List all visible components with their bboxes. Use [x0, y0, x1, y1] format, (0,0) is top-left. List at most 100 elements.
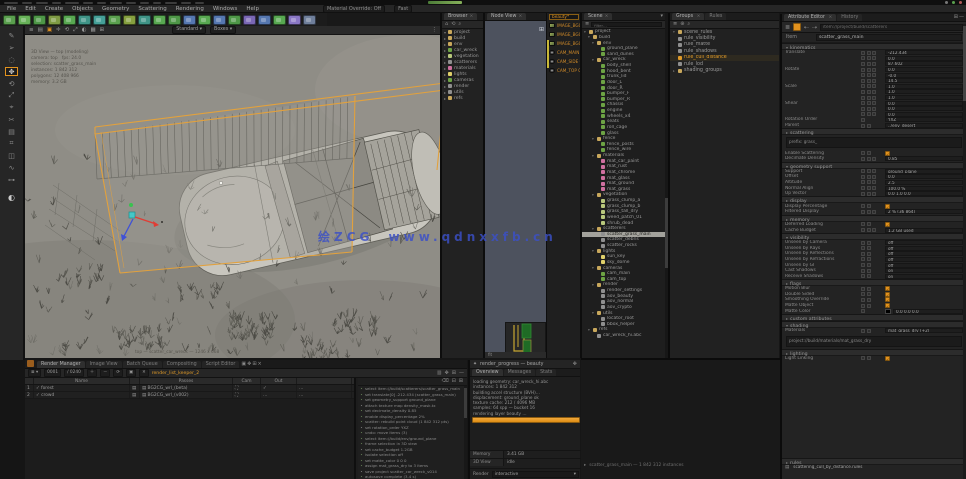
toggle-icon[interactable] [867, 263, 871, 267]
toggle-icon[interactable] [867, 287, 871, 291]
toggle-icon[interactable] [867, 204, 871, 208]
attribute-row[interactable]: Unseen by Raysoff [782, 245, 966, 251]
open-project-icon[interactable] [18, 15, 31, 25]
browser-tool-icon[interactable]: ⟲ [451, 21, 455, 28]
window-control-icon[interactable] [959, 1, 962, 4]
mirror-tool[interactable]: ◫ [5, 151, 18, 160]
toggle-icon[interactable] [867, 90, 871, 94]
tab-rules[interactable]: Rules [705, 13, 726, 20]
expand-arrow-icon[interactable]: ▸ [444, 72, 446, 77]
menu-item-edit[interactable]: Edit [25, 6, 36, 12]
nodeview-footer[interactable]: fit [485, 352, 547, 358]
tab-nodeview[interactable]: Node View× [487, 13, 526, 20]
attribute-row[interactable]: Up Vector0.0 1.0 0.0 [782, 191, 966, 197]
expand-icon[interactable]: ⊞ [539, 26, 544, 33]
toggle-icon[interactable] [867, 186, 871, 190]
toggle-icon[interactable] [867, 257, 871, 261]
render-mode-dropdown[interactable]: interactive▾ [492, 471, 579, 478]
attribute-value[interactable]: 0.0 [885, 67, 963, 72]
nodeview-canvas[interactable]: ⊞ [485, 21, 547, 352]
menu-item-windows[interactable]: Windows [213, 6, 238, 12]
checkbox-checked-icon[interactable]: ✓ [885, 151, 890, 156]
attribute-value[interactable]: 0.0 [885, 174, 963, 179]
toggle-icon[interactable] [872, 157, 876, 161]
script-icon[interactable] [303, 15, 316, 25]
toggle-icon[interactable] [861, 157, 865, 161]
table-row[interactable]: 1✓ forest▤▤ BG2CG_wrl_(beta)⛶✓… [25, 385, 354, 392]
panel-control-icon[interactable]: — [959, 14, 964, 21]
menu-item-help[interactable]: Help [246, 6, 259, 12]
attribute-row[interactable]: Filtered Display2 % (36 864) [782, 209, 966, 215]
attribute-value[interactable]: 1.0 [885, 89, 963, 94]
panel-control-icon[interactable]: ⊞ [252, 361, 256, 368]
attribute-value[interactable]: off [885, 263, 963, 268]
tab-scene[interactable]: Scene× [584, 13, 612, 20]
queue-icon[interactable] [27, 360, 34, 367]
attribute-row[interactable]: Matte Color0.0 0.0 0.0 [782, 308, 966, 314]
image-item[interactable]: IMAGE_BG01 b [547, 21, 581, 30]
expand-arrow-icon[interactable]: ▾ [592, 193, 595, 197]
toggle-icon[interactable] [867, 304, 871, 308]
attribute-value[interactable]: 0.0 [885, 56, 963, 61]
toggle-icon[interactable] [867, 356, 871, 360]
toggle-icon[interactable] [872, 186, 876, 190]
checkbox-checked-icon[interactable]: ✓ [885, 356, 890, 361]
group-row[interactable]: ▸shading_groups [670, 67, 779, 73]
section-header-kinematics[interactable]: ▾kinematics [782, 43, 966, 50]
toggle-icon[interactable] [861, 298, 865, 302]
attribute-value[interactable]: 0.85 [885, 156, 963, 161]
attribute-value[interactable]: 0.0 [885, 112, 963, 117]
deform-tool[interactable]: ∿ [5, 163, 18, 172]
attribute-value[interactable]: 2 % (36 864) [885, 209, 963, 214]
browser-tool-icon[interactable]: ⌕ [458, 21, 461, 28]
attribute-row[interactable]: Translate-212.434 [782, 50, 966, 56]
toolbar-widget[interactable]: / 0240 [64, 369, 84, 377]
toggle-icon[interactable] [867, 73, 871, 77]
menu-item-scattering[interactable]: Scattering [138, 6, 166, 12]
move-panel-icon[interactable]: ✥ [573, 361, 577, 368]
expand-arrow-icon[interactable]: ▾ [592, 311, 595, 315]
expand-arrow-icon[interactable]: ▸ [444, 54, 446, 59]
tab-script-editor[interactable]: Script Editor [202, 361, 240, 368]
window-control-icon[interactable] [952, 1, 955, 4]
checkbox-checked-icon[interactable]: ✓ [885, 303, 890, 308]
attribute-row[interactable]: Cast Shadowson [782, 268, 966, 274]
attribute-value[interactable]: off [885, 257, 963, 262]
attribute-value[interactable]: 1.0 [885, 84, 963, 89]
toggle-icon[interactable] [867, 329, 871, 333]
rules-icon[interactable] [258, 15, 271, 25]
history-entry[interactable]: autosave complete (3.4 s) [358, 474, 467, 479]
attribute-value[interactable]: 2.5 [885, 180, 963, 185]
toggle-icon[interactable] [867, 274, 871, 278]
attribute-value[interactable]: 0.0 1.0 0.0 [885, 191, 963, 196]
expand-arrow-icon[interactable]: ▸ [444, 36, 446, 41]
instance-icon[interactable] [153, 15, 166, 25]
image-item[interactable]: IMAGE_BG03 b [547, 39, 581, 48]
toggle-icon[interactable] [872, 68, 876, 72]
menu-item-rendering[interactable]: Rendering [176, 6, 204, 12]
expand-arrow-icon[interactable]: ▾ [592, 58, 595, 62]
toggle-icon[interactable] [861, 51, 865, 55]
attribute-row[interactable]: Offset0.0 [782, 174, 966, 180]
toggle-icon[interactable] [867, 269, 871, 273]
toggle-icon[interactable] [861, 263, 865, 267]
expand-arrow-icon[interactable]: ▾ [592, 137, 595, 141]
toggle-icon[interactable] [861, 90, 865, 94]
toggle-icon[interactable] [861, 68, 865, 72]
toolbar-widget[interactable]: ✕ [139, 369, 149, 377]
light-icon[interactable] [168, 15, 181, 25]
prefix-textarea[interactable]: prefix: grass_ [786, 137, 962, 148]
list-options-icon[interactable]: ▾ [660, 13, 663, 20]
history-header-icon[interactable]: ⌫ [442, 378, 449, 385]
forward-icon[interactable]: ⇢ [812, 24, 817, 31]
attribute-row[interactable]: Materialsmat_grass_dry (+2) [782, 328, 966, 334]
toggle-icon[interactable] [861, 287, 865, 291]
lasso-tool[interactable]: ◌ [5, 55, 18, 64]
attribute-value[interactable]: on [885, 274, 963, 279]
scatterer-icon[interactable] [108, 15, 121, 25]
expand-arrow-icon[interactable]: ▾ [588, 35, 591, 39]
toggle-icon[interactable] [861, 180, 865, 184]
expand-arrow-icon[interactable]: ▾ [592, 283, 595, 287]
attribute-value[interactable]: off [885, 246, 963, 251]
toggle-icon[interactable] [867, 192, 871, 196]
